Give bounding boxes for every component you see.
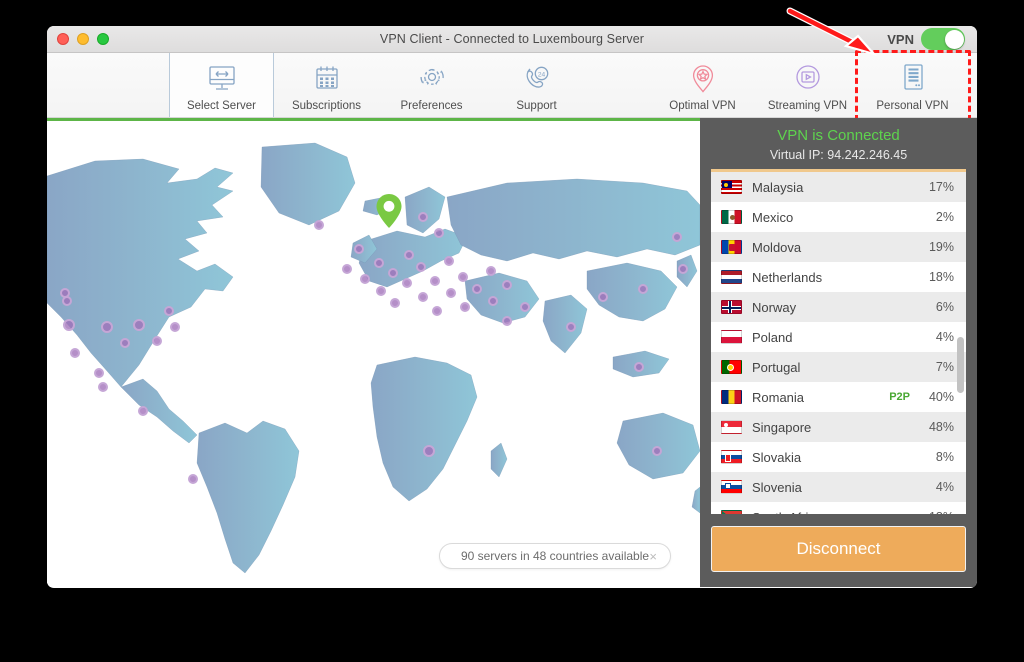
toolbar-label: Subscriptions xyxy=(291,100,362,112)
country-list-scrollbar[interactable] xyxy=(957,337,964,393)
flag-icon xyxy=(721,480,742,494)
disconnect-button[interactable]: Disconnect xyxy=(711,526,966,572)
country-row[interactable]: Poland 4% xyxy=(711,322,966,352)
country-name: Malaysia xyxy=(752,179,804,195)
server-count-text: 90 servers in 48 countries available xyxy=(460,549,650,563)
svg-text:24: 24 xyxy=(537,71,545,78)
status-sidebar: VPN is Connected Virtual IP: 94.242.246.… xyxy=(700,118,977,587)
toolbar-item-optimal-vpn[interactable]: Optimal VPN xyxy=(650,53,755,117)
vpn-toggle-switch[interactable] xyxy=(921,28,965,50)
flag-icon xyxy=(721,390,742,404)
world-map[interactable] xyxy=(47,121,700,587)
server-load: 18% xyxy=(928,270,954,284)
vpn-client-window: VPN Client - Connected to Luxembourg Ser… xyxy=(47,26,977,588)
country-row[interactable]: Mexico 2% xyxy=(711,202,966,232)
toggle-knob xyxy=(944,29,964,49)
toolbar-label: Personal VPN xyxy=(876,100,949,112)
server-load: 7% xyxy=(935,360,954,374)
calendar-icon xyxy=(312,59,342,99)
flag-icon xyxy=(721,360,742,374)
toolbar-item-personal-vpn[interactable]: Personal VPN xyxy=(855,50,971,121)
screenshot-root: VPN Client - Connected to Luxembourg Ser… xyxy=(0,0,1024,662)
country-row[interactable]: Slovakia 8% xyxy=(711,442,966,472)
toolbar-item-subscriptions[interactable]: Subscriptions xyxy=(274,53,379,117)
toolbar-item-streaming-vpn[interactable]: Streaming VPN xyxy=(755,53,860,117)
country-row[interactable]: Slovenia 4% xyxy=(711,472,966,502)
main-toolbar: Select Server Subscriptions Preferences … xyxy=(47,50,977,121)
country-name: Moldova xyxy=(752,239,802,255)
country-name: Mexico xyxy=(752,209,794,225)
vpn-toggle-group[interactable]: VPN xyxy=(887,28,965,50)
country-row[interactable]: Malaysia 17% xyxy=(711,172,966,202)
server-load: 8% xyxy=(935,450,954,464)
flag-icon xyxy=(721,210,742,224)
country-name: Slovenia xyxy=(752,479,802,495)
toolbar-item-preferences[interactable]: Preferences xyxy=(379,53,484,117)
star-pin-icon xyxy=(686,59,720,99)
server-load: 17% xyxy=(928,180,954,194)
toolbar-label: Select Server xyxy=(186,100,257,112)
window-body: 90 servers in 48 countries available × V… xyxy=(47,118,977,587)
toolbar-item-select-server[interactable]: Select Server xyxy=(169,53,274,117)
toolbar-label: Support xyxy=(516,100,557,112)
country-name: Romania xyxy=(752,389,805,405)
country-row[interactable]: South Africa18% xyxy=(711,502,966,514)
server-load: 18% xyxy=(920,510,954,514)
connection-status-text: VPN is Connected xyxy=(777,127,900,144)
server-load: 48% xyxy=(928,420,954,434)
server-load: 4% xyxy=(935,330,954,344)
server-count-toast[interactable]: 90 servers in 48 countries available × xyxy=(439,543,671,569)
toolbar-label: Optimal VPN xyxy=(669,100,736,112)
country-row[interactable]: Portugal 7% xyxy=(711,352,966,382)
server-load: 40% xyxy=(928,390,954,404)
disconnect-label: Disconnect xyxy=(796,539,881,558)
country-name: Norway xyxy=(752,299,797,315)
play-box-icon xyxy=(791,59,825,99)
server-load: 6% xyxy=(935,300,954,314)
flag-icon xyxy=(721,180,742,194)
monitor-arrows-icon xyxy=(205,59,239,99)
flag-icon xyxy=(721,270,742,284)
toolbar-item-support[interactable]: 24 Support xyxy=(484,53,589,117)
close-icon[interactable]: × xyxy=(649,550,657,563)
country-list[interactable]: Malaysia 17% Mexico 2% Moldova 19% Netherlands… xyxy=(711,169,966,514)
server-doc-icon xyxy=(898,59,928,99)
toolbar-label: Streaming VPN xyxy=(767,100,848,112)
server-load: 4% xyxy=(935,480,954,494)
country-name: Poland xyxy=(752,329,793,345)
toolbar-left-group: Select Server Subscriptions Preferences … xyxy=(169,53,589,117)
server-load: 19% xyxy=(928,240,954,254)
connected-location-pin xyxy=(375,193,403,229)
vpn-toggle-label: VPN xyxy=(887,31,914,47)
flag-icon xyxy=(721,300,742,314)
window-title: VPN Client - Connected to Luxembourg Ser… xyxy=(379,32,645,46)
flag-icon xyxy=(721,450,742,464)
flag-icon xyxy=(721,240,742,254)
country-row[interactable]: Romania P2P 40% xyxy=(711,382,966,412)
country-row[interactable]: Netherlands 18% xyxy=(711,262,966,292)
flag-icon xyxy=(721,330,742,344)
gear-refresh-icon xyxy=(415,59,449,99)
window-titlebar: VPN Client - Connected to Luxembourg Ser… xyxy=(47,26,977,53)
flag-icon xyxy=(721,510,742,514)
country-row[interactable]: Singapore 48% xyxy=(711,412,966,442)
country-name: Portugal xyxy=(752,359,801,375)
country-name: Netherlands xyxy=(752,269,823,285)
country-row[interactable]: Norway 6% xyxy=(711,292,966,322)
country-row[interactable]: Moldova 19% xyxy=(711,232,966,262)
toolbar-label: Preferences xyxy=(400,100,463,112)
world-map-pane[interactable]: 90 servers in 48 countries available × xyxy=(47,118,700,587)
server-load: 2% xyxy=(935,210,954,224)
country-name: South Africa xyxy=(752,510,920,515)
country-name: Singapore xyxy=(752,419,812,435)
connection-status-block: VPN is Connected Virtual IP: 94.242.246.… xyxy=(700,118,977,169)
virtual-ip-text: Virtual IP: 94.242.246.45 xyxy=(769,148,908,162)
p2p-badge: P2P xyxy=(889,391,910,403)
phone-24-icon: 24 xyxy=(521,59,553,99)
country-name: Slovakia xyxy=(752,449,802,465)
flag-icon xyxy=(721,420,742,434)
toolbar-right-group: Optimal VPN Streaming VPN Personal VPN xyxy=(650,50,971,121)
